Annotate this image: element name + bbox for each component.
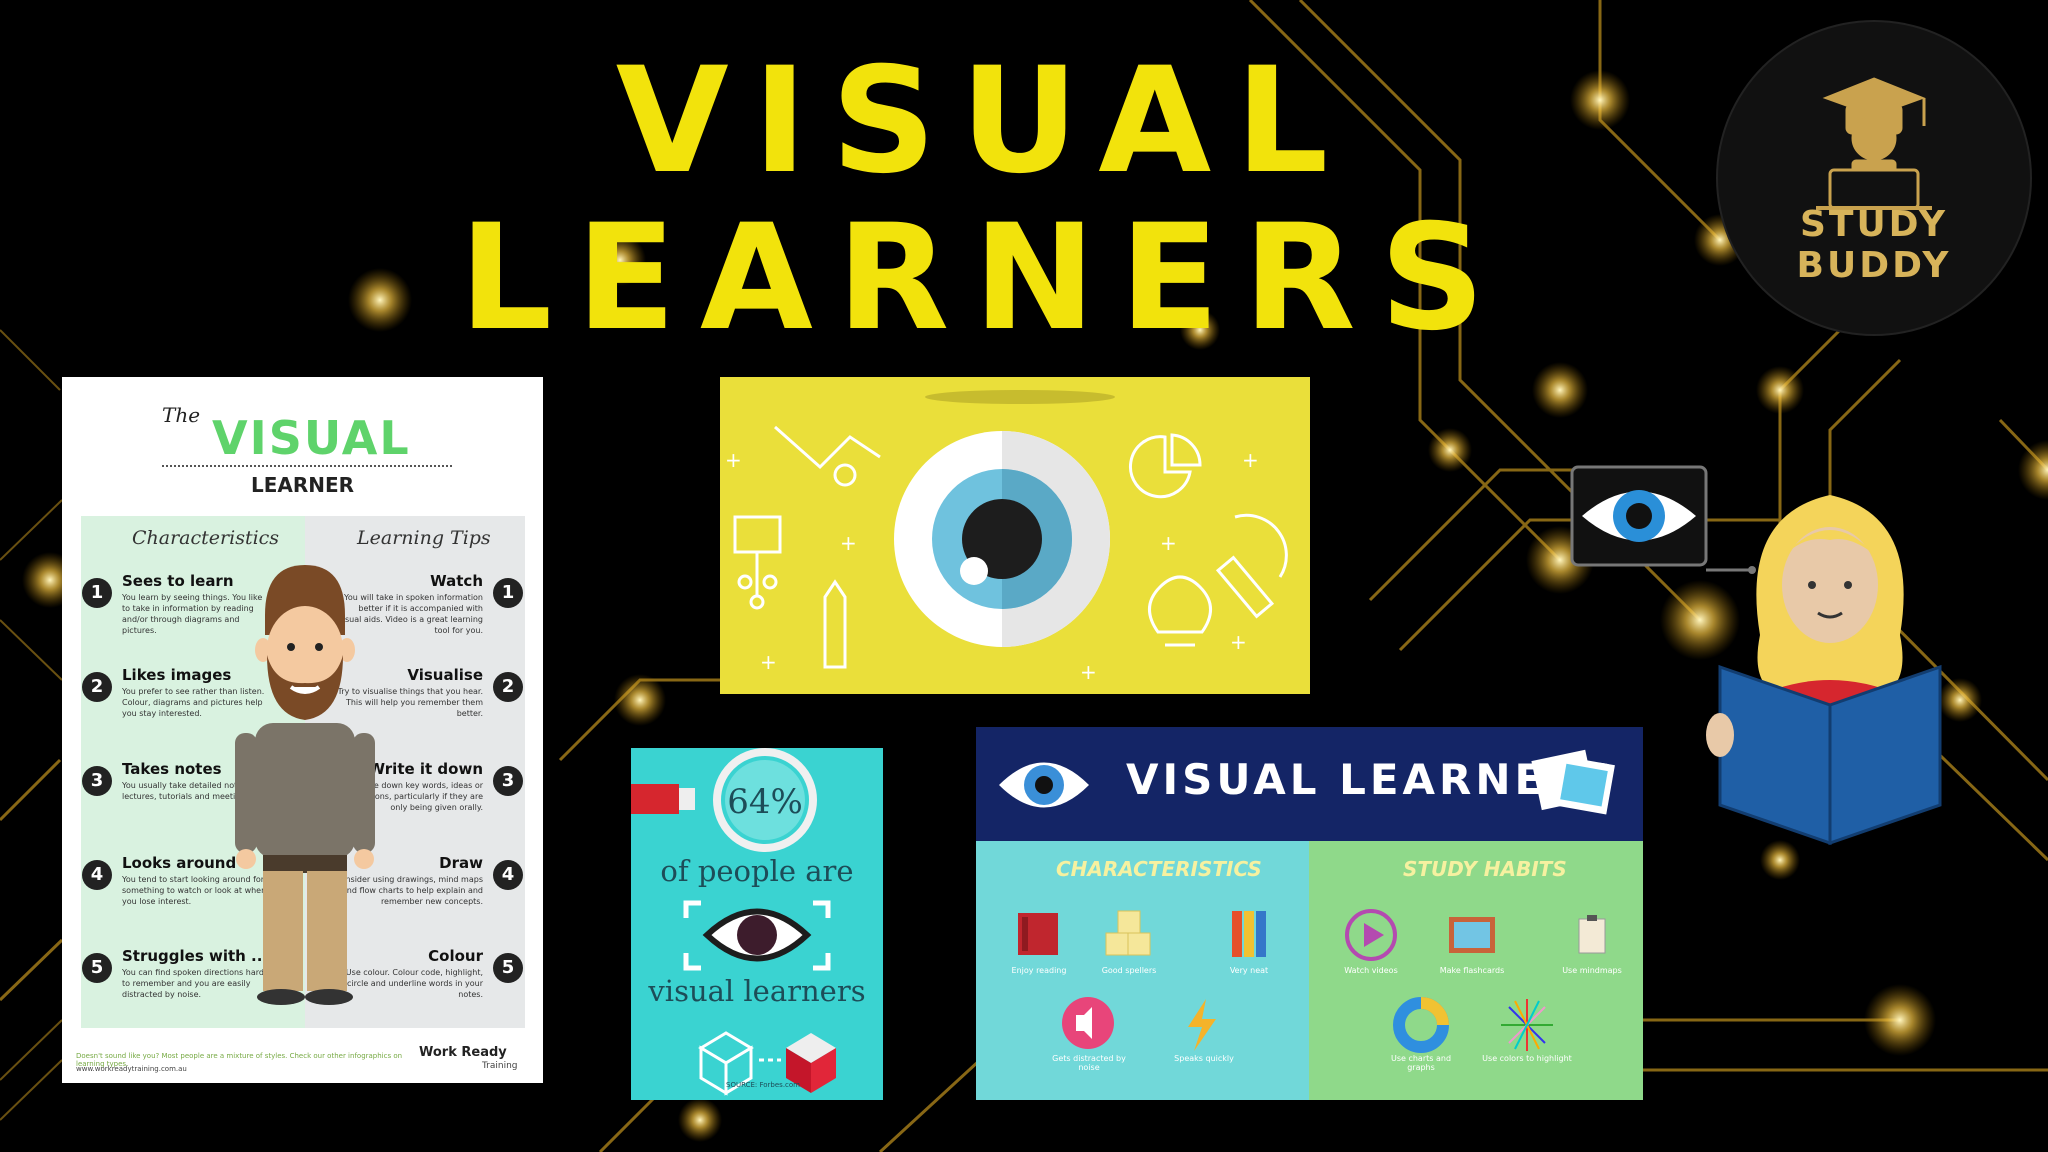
habit-label: Watch videos [1344,966,1398,975]
graduate-laptop-icon [1816,77,1932,210]
poster-title: VISUAL [212,411,411,465]
visual-learners-infographic: VISUAL LEARNERS CHARACTERISTICS Enjoy re… [976,727,1643,1100]
svg-text:+: + [1242,448,1259,472]
poster-the: The [162,403,201,427]
item-number: 1 [493,578,523,608]
habit-label: Use charts and graphs [1390,1054,1452,1072]
item-title: Colour [428,947,483,965]
item-number: 2 [82,672,112,702]
characteristics-section: CHARACTERISTICS Enjoy reading Good spell… [976,841,1309,1100]
item-title: Takes notes [122,760,222,778]
habit-label: Use colors to highlight [1482,1054,1572,1063]
char-label: Enjoy reading [1011,966,1067,975]
play-icon [1345,909,1397,961]
pencils-icon [1232,911,1266,957]
eye-illustration: + + + + + + + [725,390,1288,684]
color-wheel-icon [1501,999,1553,1051]
stat-line-1: of people are [660,854,854,888]
char-label: Good spellers [1101,966,1157,975]
char-label: Gets distracted by noise [1052,1054,1126,1072]
bearded-man-illustration [235,565,375,1005]
stat-percent: 64% [727,782,803,822]
poster-subtitle: LEARNER [250,473,355,497]
item-number: 2 [493,672,523,702]
item-title: Watch [430,572,483,590]
svg-text:+: + [1160,531,1177,555]
donut-chart-icon [1393,997,1449,1053]
svg-text:+: + [840,531,857,555]
girl-reading-illustration [1570,465,1942,846]
poster-url: www.workreadytraining.com.au [76,1065,187,1073]
item-title: Draw [439,854,483,872]
poster-divider [162,465,452,467]
speaker-icon [1062,997,1114,1049]
eye-illustration-panel: + + + + + + + [720,377,1310,694]
eye-icon [999,762,1089,808]
picture-icon [1449,917,1495,953]
char-label: Speaks quickly [1174,1054,1234,1063]
item-number: 3 [493,766,523,796]
svg-text:+: + [725,448,742,472]
item-number: 4 [82,860,112,890]
habit-label: Use mindmaps [1562,966,1622,975]
item-number: 5 [82,953,112,983]
characteristics-heading: Characteristics [132,527,280,549]
item-number: 5 [493,953,523,983]
stat-source: SOURCE: Forbes.com [726,1081,800,1089]
item-title: Sees to learn [122,572,234,590]
tips-heading: Learning Tips [357,527,491,549]
abc-blocks-icon [1105,910,1151,956]
item-title: Looks around [122,854,237,872]
heading-line-1: VISUAL [615,36,1353,206]
habit-label: Make flashcards [1439,966,1505,975]
clipboard-icon [1578,915,1606,954]
book-icon [1018,913,1058,955]
study-buddy-logo: STUDY BUDDY [1718,22,2030,334]
statistic-panel: 64% of people are visual learners SOURCE… [631,748,883,1100]
heading-line-2: LEARNERS [459,193,1509,363]
study-habits-section: STUDY HABITS Watch videos Make flashcard… [1309,841,1643,1100]
visual-learner-poster: The VISUAL LEARNER Characteristics Learn… [62,377,543,1083]
item-number: 3 [82,766,112,796]
svg-text:+: + [1080,660,1097,684]
lightning-icon [1188,999,1216,1051]
item-number: 4 [493,860,523,890]
item-number: 1 [82,578,112,608]
item-title: Visualise [407,666,483,684]
item-title: Write it down [368,760,484,778]
stat-line-2: visual learners [648,974,866,1008]
infographic-header: VISUAL LEARNERS [976,727,1643,841]
work-ready-logo-sub: Training [482,1061,518,1071]
svg-text:+: + [760,650,777,674]
char-label: Very neat [1229,966,1269,975]
work-ready-logo: Work Ready [419,1045,507,1060]
study-buddy-text: STUDY BUDDY [1796,204,1952,286]
svg-text:+: + [1230,630,1247,654]
item-title: Likes images [122,666,232,684]
